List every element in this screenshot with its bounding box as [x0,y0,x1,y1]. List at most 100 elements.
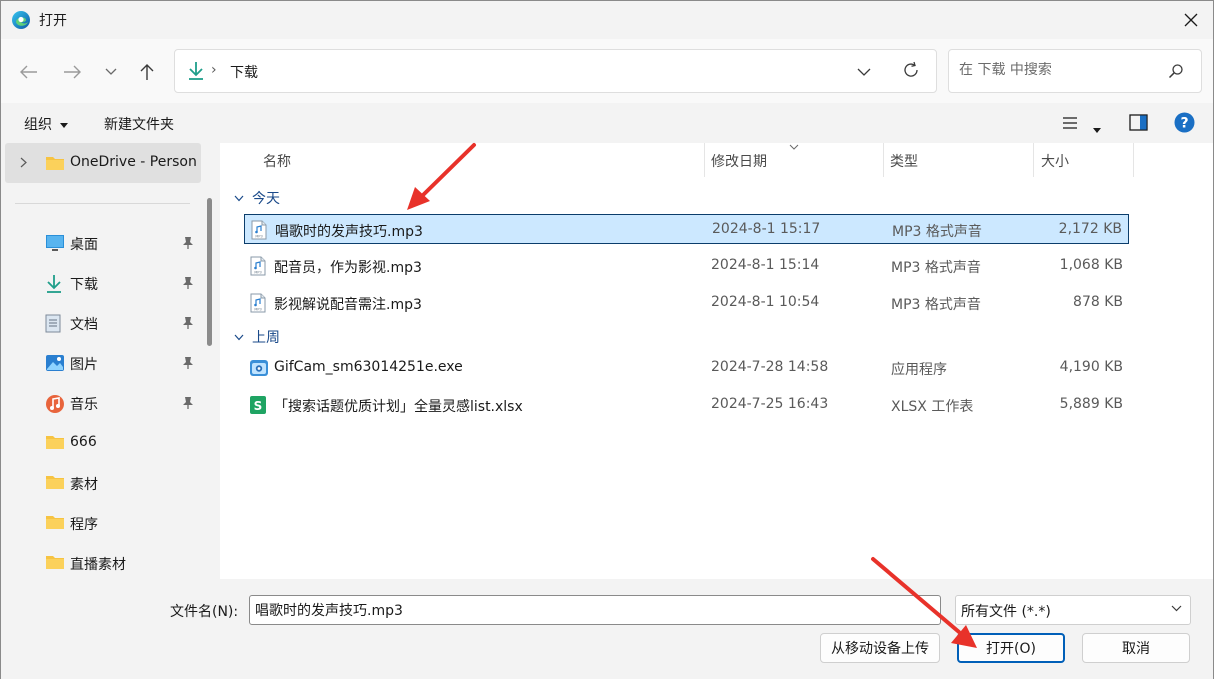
sidebar-item[interactable]: 图片 [1,343,201,383]
column-header-name[interactable]: 名称 [263,151,291,171]
mp3-file-icon: MP3 [249,256,267,276]
desktop-icon [45,234,65,252]
help-button[interactable]: ? [1174,112,1195,137]
forward-button[interactable] [57,57,87,87]
close-button[interactable] [1171,5,1211,35]
column-header-size[interactable]: 大小 [1041,151,1069,171]
upload-from-mobile-button[interactable]: 从移动设备上传 [820,633,940,663]
folder-icon [45,474,65,492]
caret-down-icon [60,122,69,128]
preview-pane-button[interactable] [1129,114,1148,135]
chevron-down-icon [857,68,871,76]
breadcrumb-separator: › [211,62,217,78]
column-header-type[interactable]: 类型 [890,151,918,171]
sidebar-item-label: 666 [70,434,97,450]
organize-label: 组织 [24,117,52,133]
sidebar-divider [15,203,190,204]
column-separator[interactable] [883,143,884,177]
file-type-filter[interactable]: 所有文件 (*.*) [955,595,1191,625]
mp3-file-icon: MP3 [249,293,267,313]
dialog-footer: 文件名(N): 唱歌时的发声技巧.mp3 所有文件 (*.*) 从移动设备上传 … [1,579,1213,679]
file-size: 4,190 KB [1059,359,1123,375]
help-icon: ? [1174,112,1195,133]
file-date: 2024-7-25 16:43 [711,396,829,412]
back-button[interactable] [14,57,44,87]
sidebar-item[interactable]: 文档 [1,303,201,343]
sidebar-item[interactable]: 桌面 [1,223,201,263]
arrow-up-icon [140,64,154,80]
open-button[interactable]: 打开(O) [957,633,1065,663]
file-name: 「搜索话题优质计划」全量灵感list.xlsx [274,399,523,415]
chevron-down-icon [234,334,244,340]
chevron-down-icon [234,195,244,201]
pin-icon[interactable] [182,356,194,370]
file-type: MP3 格式声音 [892,224,982,240]
file-row[interactable]: MP3 影视解说配音需注.mp3 2024-8-1 10:54 MP3 格式声音 878… [244,288,1129,318]
file-row[interactable]: MP3 配音员，作为影视.mp3 2024-8-1 15:14 MP3 格式声音 1,0… [244,251,1129,281]
address-bar[interactable]: › 下载 [174,49,937,93]
pin-icon[interactable] [182,236,194,250]
view-dropdown-button[interactable] [1093,121,1101,137]
sidebar-item[interactable]: 下载 [1,263,201,303]
group-header-last-week[interactable]: 上周 [234,327,280,347]
file-type: 应用程序 [891,362,947,378]
folder-icon [46,157,64,170]
search-box[interactable] [948,49,1202,93]
sidebar-item[interactable]: 程序 [1,503,201,543]
cancel-button[interactable]: 取消 [1082,633,1190,663]
sidebar-item-label: OneDrive - Person [70,154,197,170]
file-date: 2024-8-1 15:14 [711,257,820,273]
sidebar-item-onedrive[interactable]: OneDrive - Person [5,143,201,183]
sidebar-item[interactable]: 666 [1,423,201,463]
sidebar-item[interactable]: 直播素材 [1,543,201,579]
column-separator[interactable] [1033,143,1034,177]
open-file-dialog: 打开 › 下载 在 下载 中搜索 组织 新建文件夹 ? OneDrive - P… [0,0,1214,679]
pictures-icon [45,354,65,372]
sidebar-scrollbar[interactable] [207,198,212,346]
svg-text:MP3: MP3 [255,235,262,239]
window-title: 打开 [39,13,67,29]
chevron-right-icon[interactable] [20,157,27,168]
search-icon[interactable] [1168,63,1184,79]
preview-pane-icon [1129,114,1148,131]
pin-icon[interactable] [182,316,194,330]
sidebar-item[interactable]: 素材 [1,463,201,503]
file-date: 2024-8-1 10:54 [711,294,820,310]
file-name: 配音员，作为影视.mp3 [274,260,422,276]
file-row-selected[interactable]: MP3 唱歌时的发声技巧.mp3 2024-8-1 15:17 MP3 格式声音 2,1… [244,214,1129,244]
breadcrumb-location[interactable]: 下载 [230,62,258,82]
sidebar-item-label: 直播素材 [70,557,126,573]
music-icon [45,394,65,413]
file-row[interactable]: GifCam_sm63014251e.exe 2024-7-28 14:58 应用程… [244,353,1129,383]
refresh-button[interactable] [902,61,920,83]
column-separator[interactable] [704,143,705,177]
arrow-left-icon [20,65,37,79]
pin-icon[interactable] [182,276,194,290]
file-size: 1,068 KB [1059,257,1123,273]
sidebar-item[interactable]: 音乐 [1,383,201,423]
svg-text:S: S [254,399,263,413]
svg-text:MP3: MP3 [254,308,261,312]
folder-icon [45,434,65,452]
group-header-today[interactable]: 今天 [234,188,280,208]
new-folder-button[interactable]: 新建文件夹 [104,114,174,134]
file-row[interactable]: S 「搜索话题优质计划」全量灵感list.xlsx 2024-7-25 16:43 X… [244,390,1129,420]
recent-locations-button[interactable] [96,57,126,87]
up-button[interactable] [132,57,162,87]
view-options-button[interactable] [1062,116,1078,134]
filename-input[interactable]: 唱歌时的发声技巧.mp3 [249,595,941,625]
search-input[interactable] [959,62,1159,78]
column-header-date[interactable]: 修改日期 [711,151,767,171]
caret-down-icon [1093,128,1101,133]
file-size: 878 KB [1073,294,1123,310]
sidebar-item-label: 下载 [70,277,98,293]
list-view-icon [1063,117,1077,129]
folder-icon [45,514,65,532]
column-separator[interactable] [1133,143,1134,177]
pin-icon[interactable] [182,396,194,410]
organize-menu[interactable]: 组织 [24,114,69,134]
file-date: 2024-8-1 15:17 [712,221,821,237]
address-dropdown-button[interactable] [857,65,871,81]
download-icon [189,62,203,80]
navigation-pane: OneDrive - Person 桌面下载文档 图片 音乐 666 素材 程序直播素材 [1,143,220,579]
